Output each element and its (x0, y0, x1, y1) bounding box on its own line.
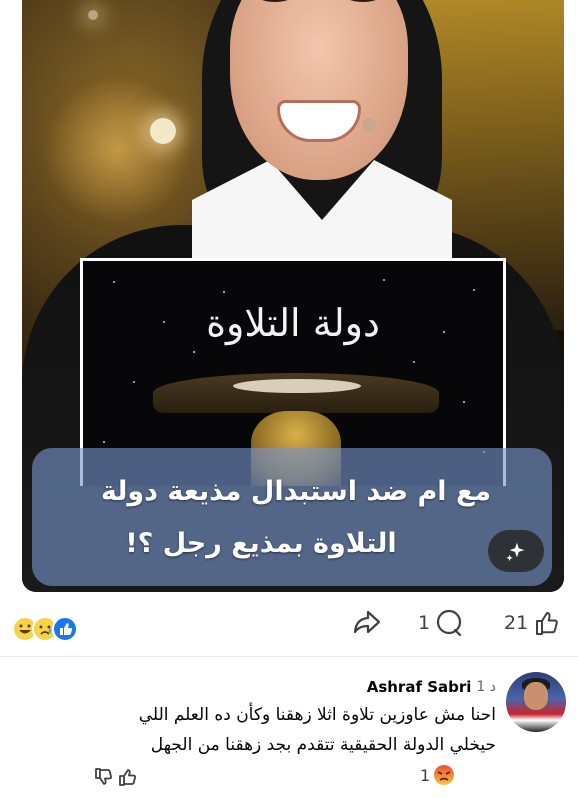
comment-footer: 1 (0, 762, 578, 792)
book-pages (233, 379, 361, 393)
stage-light (88, 10, 98, 20)
avatar[interactable] (506, 672, 566, 732)
comment-dislike-button[interactable] (92, 766, 114, 792)
comment-icon (436, 609, 462, 637)
like-count: 21 (504, 612, 529, 634)
sparkle-button[interactable] (488, 530, 544, 572)
thumbs-up-icon (536, 612, 558, 635)
comment-item: Ashraf Sabri 1 د احنا مش عاوزين تلاوة اث… (0, 662, 578, 798)
like-button[interactable]: 21 (504, 608, 562, 638)
comment-like-button[interactable] (116, 766, 138, 792)
comment-count: 1 (418, 612, 431, 634)
share-icon (353, 610, 381, 634)
eye (258, 0, 292, 2)
share-button[interactable] (352, 608, 382, 636)
comment-reaction-count: 1 (420, 765, 431, 785)
lapel-mic (362, 118, 376, 132)
stage-light (150, 118, 176, 144)
thumbs-down-icon (95, 768, 112, 785)
comment-reaction-summary[interactable]: 1 (420, 764, 455, 786)
reaction-summary[interactable] (12, 616, 92, 644)
angry-icon (434, 765, 455, 785)
headline-line-2: التلاوة بمذيع رجل ؟! (125, 528, 397, 559)
post-actions-bar: 1 21 (0, 604, 578, 652)
like-icon (52, 616, 78, 642)
section-divider (0, 656, 578, 657)
headline-overlay: مع ام ضد استبدال مذيعة دولة التلاوة بمذي… (32, 448, 552, 586)
eye (346, 0, 380, 2)
comment-button[interactable]: 1 (418, 608, 464, 638)
comment-line-2: حيخلي الدولة الحقيقية تتقدم بجد زهقنا من… (150, 735, 496, 755)
sparkle-icon (506, 542, 525, 562)
post-image[interactable]: دولة التلاوة مع ام ضد استبدال مذيعة دولة… (22, 0, 564, 592)
headline-text: مع ام ضد استبدال مذيعة دولة التلاوة بمذي… (62, 466, 530, 570)
show-logo-text: دولة التلاوة (206, 301, 380, 345)
comment-body: احنا مش عاوزين تلاوة اثلا زهقنا وكأن ده … (0, 700, 496, 760)
comment-line-1: احنا مش عاوزين تلاوة اثلا زهقنا وكأن ده … (138, 705, 496, 725)
headline-line-1: مع ام ضد استبدال مذيعة دولة (100, 476, 492, 507)
comment-header: Ashraf Sabri 1 د (367, 678, 496, 696)
thumbs-up-icon (119, 769, 136, 786)
comment-time: 1 د (476, 679, 496, 695)
comment-author[interactable]: Ashraf Sabri (367, 678, 472, 696)
